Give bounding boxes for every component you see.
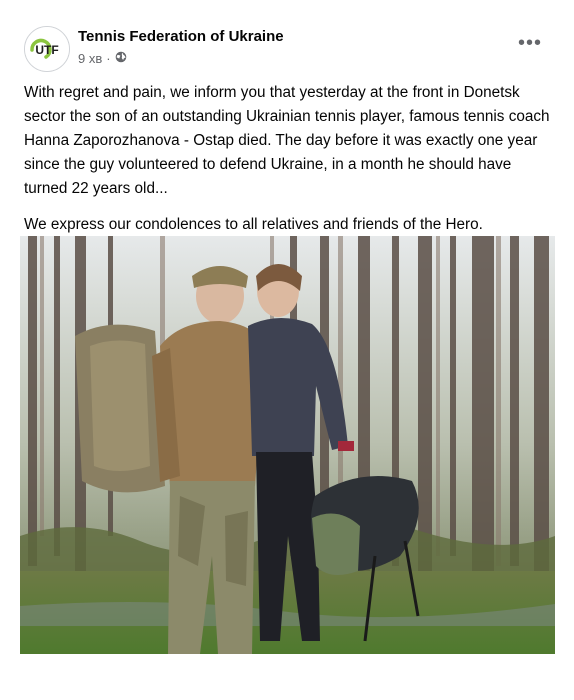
forest-photo-illustration	[20, 236, 555, 654]
more-options-button[interactable]: •••	[514, 33, 546, 58]
meta-separator: ·	[106, 51, 111, 66]
avatar-text: UTF	[35, 43, 58, 57]
post-meta: 9 хв ·	[78, 51, 127, 66]
post-text: With regret and pain, we inform you that…	[24, 81, 554, 249]
page-name[interactable]: Tennis Federation of Ukraine	[78, 28, 284, 45]
post-photo[interactable]	[20, 236, 555, 654]
utf-logo: UTF	[25, 27, 69, 71]
post-paragraph: With regret and pain, we inform you that…	[24, 84, 550, 197]
page-avatar[interactable]: UTF	[24, 26, 70, 72]
globe-icon	[115, 51, 127, 66]
post-time[interactable]: 9 хв	[78, 51, 102, 66]
post-paragraph: We express our condolences to all relati…	[24, 216, 483, 233]
post-card: UTF Tennis Federation of Ukraine 9 хв · …	[0, 0, 574, 700]
post-header: UTF Tennis Federation of Ukraine 9 хв · …	[24, 24, 550, 72]
